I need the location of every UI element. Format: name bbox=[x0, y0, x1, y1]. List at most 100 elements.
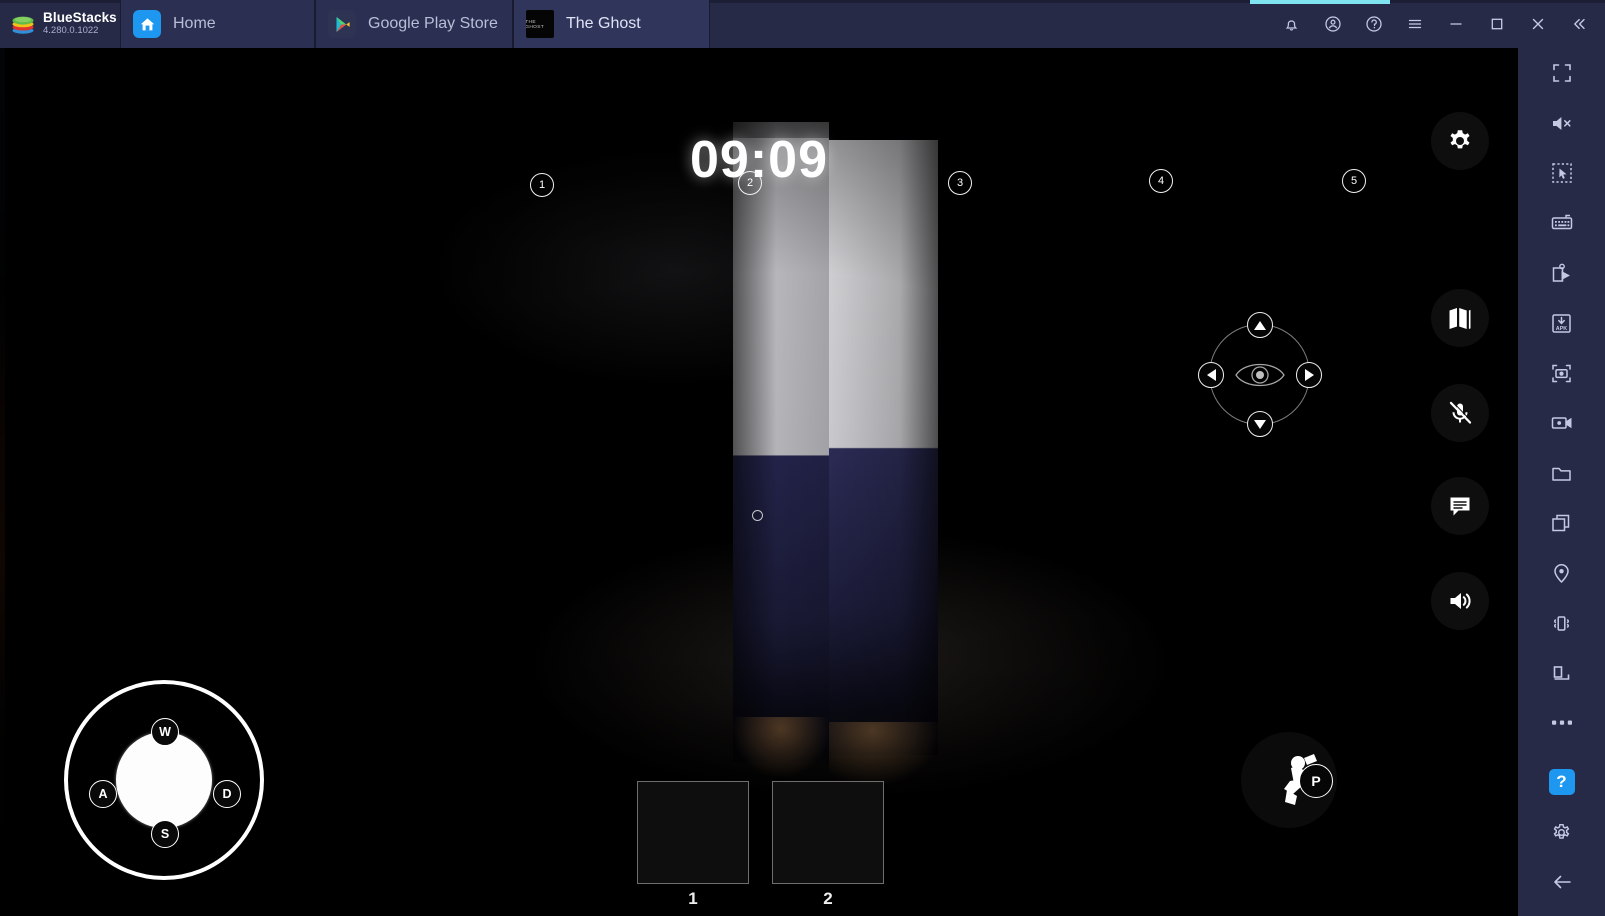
window-titlebar: BlueStacks 4.280.0.1022 Home Google Play… bbox=[0, 0, 1605, 48]
objective-marker-3-label: 3 bbox=[957, 177, 963, 189]
joystick-key-a-label: A bbox=[98, 787, 107, 801]
objective-marker-2[interactable]: 2 bbox=[738, 171, 762, 195]
screenshot-button[interactable] bbox=[1518, 348, 1605, 398]
triangle-right-icon bbox=[1305, 369, 1314, 381]
speaker-icon bbox=[1446, 587, 1474, 615]
help-center-label: ? bbox=[1556, 772, 1566, 792]
close-button[interactable] bbox=[1517, 0, 1558, 48]
keymapping-button[interactable] bbox=[1518, 198, 1605, 248]
game-chat-button[interactable] bbox=[1431, 477, 1489, 535]
joystick-key-w-label: W bbox=[159, 725, 171, 739]
objective-marker-2-label: 2 bbox=[747, 177, 753, 189]
help-button[interactable] bbox=[1353, 0, 1394, 48]
look-dpad[interactable] bbox=[1197, 312, 1322, 437]
screen-record-button[interactable] bbox=[1518, 398, 1605, 448]
objective-marker-5[interactable]: 5 bbox=[1342, 169, 1366, 193]
maximize-button[interactable] bbox=[1476, 0, 1517, 48]
camera-icon bbox=[1550, 362, 1573, 385]
video-camera-icon bbox=[1550, 411, 1574, 435]
crouch-key-badge: P bbox=[1299, 764, 1333, 798]
movement-joystick[interactable]: W A D S bbox=[64, 680, 264, 880]
folder-icon bbox=[1550, 462, 1573, 485]
arrow-left-icon bbox=[1550, 870, 1574, 894]
dpad-right-button[interactable] bbox=[1296, 362, 1322, 388]
dpad-left-button[interactable] bbox=[1198, 362, 1224, 388]
keyboard-icon bbox=[1550, 211, 1574, 235]
chat-bubble-icon bbox=[1446, 492, 1474, 520]
minimize-button[interactable] bbox=[1435, 0, 1476, 48]
window-controls bbox=[1271, 0, 1605, 48]
multi-instance-button[interactable] bbox=[1518, 498, 1605, 548]
mute-button[interactable] bbox=[1518, 98, 1605, 148]
objective-marker-3[interactable]: 3 bbox=[948, 171, 972, 195]
rotate-button[interactable] bbox=[1518, 648, 1605, 698]
shake-phone-icon bbox=[1550, 612, 1573, 635]
objective-marker-1-label: 1 bbox=[539, 179, 545, 191]
game-volume-button[interactable] bbox=[1431, 572, 1489, 630]
cursor-select-icon bbox=[1551, 162, 1573, 184]
joystick-key-s-label: S bbox=[161, 827, 169, 841]
settings-button[interactable] bbox=[1518, 807, 1605, 857]
crouch-key-label: P bbox=[1311, 773, 1320, 789]
menu-button[interactable] bbox=[1394, 0, 1435, 48]
fullscreen-button[interactable] bbox=[1518, 48, 1605, 98]
joystick-key-a[interactable]: A bbox=[89, 780, 117, 808]
account-button[interactable] bbox=[1312, 0, 1353, 48]
joystick-key-d[interactable]: D bbox=[213, 780, 241, 808]
back-button[interactable] bbox=[1518, 857, 1605, 907]
tab-the-ghost[interactable]: THE GHOST The Ghost bbox=[513, 0, 710, 48]
speaker-mute-icon bbox=[1550, 112, 1573, 135]
svg-text:APK: APK bbox=[1556, 326, 1567, 332]
dpad-down-button[interactable] bbox=[1247, 411, 1273, 437]
gear-icon bbox=[1445, 126, 1475, 156]
objective-marker-5-label: 5 bbox=[1351, 175, 1357, 187]
crouch-button[interactable]: P bbox=[1241, 732, 1337, 828]
tab-google-play-store[interactable]: Google Play Store bbox=[315, 0, 513, 48]
titlebar-accent-mark-right bbox=[1250, 0, 1390, 4]
inventory-slot-1[interactable] bbox=[637, 781, 749, 884]
inventory-slot-2[interactable] bbox=[772, 781, 884, 884]
joystick-key-w[interactable]: W bbox=[151, 718, 179, 746]
bluestacks-brand: BlueStacks 4.280.0.1022 bbox=[0, 0, 120, 48]
microphone-muted-icon bbox=[1446, 399, 1474, 427]
home-icon bbox=[133, 10, 161, 38]
ellipsis-icon bbox=[1551, 719, 1573, 727]
help-center-button[interactable]: ? bbox=[1518, 757, 1605, 807]
notifications-button[interactable] bbox=[1271, 0, 1312, 48]
location-button[interactable] bbox=[1518, 548, 1605, 598]
eye-icon[interactable] bbox=[1233, 358, 1287, 392]
media-manager-button[interactable] bbox=[1518, 448, 1605, 498]
shake-button[interactable] bbox=[1518, 598, 1605, 648]
game-settings-button[interactable] bbox=[1431, 112, 1489, 170]
map-pin-icon bbox=[1550, 562, 1573, 585]
inventory-slot-2-label: 2 bbox=[772, 889, 884, 909]
objective-marker-4-label: 4 bbox=[1158, 175, 1164, 187]
collapse-sidebar-button[interactable] bbox=[1558, 0, 1599, 48]
game-mic-button[interactable] bbox=[1431, 384, 1489, 442]
tab-home[interactable]: Home bbox=[120, 0, 315, 48]
game-viewport[interactable]: 09:09 1 2 3 4 5 W A D S bbox=[0, 48, 1518, 916]
triangle-left-icon bbox=[1207, 369, 1216, 381]
map-icon bbox=[1446, 304, 1474, 332]
macro-recorder-button[interactable] bbox=[1518, 248, 1605, 298]
bluestacks-version: 4.280.0.1022 bbox=[43, 25, 117, 37]
macro-play-icon bbox=[1550, 262, 1573, 285]
tab-the-ghost-label: The Ghost bbox=[566, 15, 641, 33]
more-button[interactable] bbox=[1518, 698, 1605, 748]
inventory-slot-1-wrap: 1 bbox=[637, 781, 749, 909]
game-controls-button[interactable] bbox=[1518, 148, 1605, 198]
the-ghost-app-icon-text: THE GHOST bbox=[526, 19, 554, 30]
dpad-up-button[interactable] bbox=[1247, 312, 1273, 338]
objective-marker-1[interactable]: 1 bbox=[530, 173, 554, 197]
gear-icon bbox=[1550, 821, 1573, 844]
game-map-button[interactable] bbox=[1431, 289, 1489, 347]
joystick-key-s[interactable]: S bbox=[151, 820, 179, 848]
joystick-thumb[interactable] bbox=[116, 732, 212, 828]
install-apk-button[interactable]: APK bbox=[1518, 298, 1605, 348]
the-ghost-app-icon: THE GHOST bbox=[526, 10, 554, 38]
apk-download-icon: APK bbox=[1550, 312, 1573, 335]
triangle-up-icon bbox=[1254, 321, 1266, 330]
joystick-key-d-label: D bbox=[222, 787, 231, 801]
triangle-down-icon bbox=[1254, 420, 1266, 429]
objective-marker-4[interactable]: 4 bbox=[1149, 169, 1173, 193]
